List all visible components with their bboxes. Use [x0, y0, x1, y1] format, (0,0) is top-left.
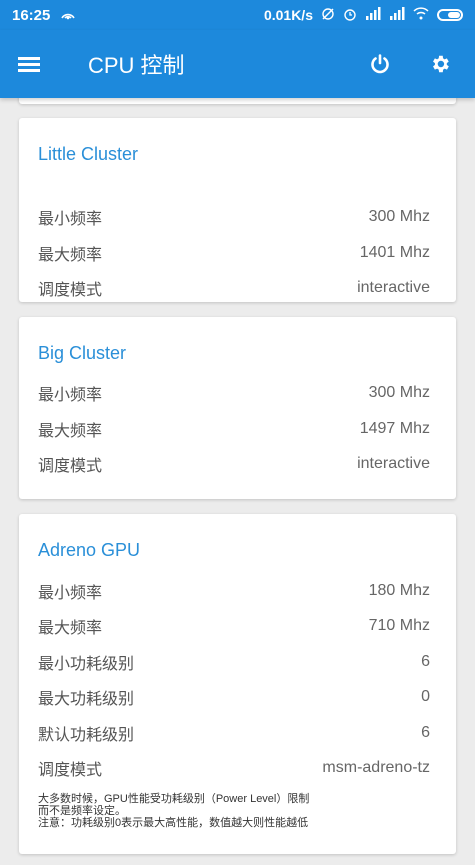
alarm-icon	[343, 7, 357, 24]
row-label: 最小功耗级别	[38, 656, 135, 673]
row-label: 最大频率	[38, 247, 103, 264]
gpu-title: Adreno GPU	[38, 540, 141, 560]
row-value: 300 Mhz	[368, 384, 430, 401]
big-min-freq-row[interactable]: 最小频率 300 Mhz	[38, 381, 430, 405]
gpu-max-freq-row[interactable]: 最大频率 710 Mhz	[38, 614, 430, 638]
little-max-freq-row[interactable]: 最大频率 1401 Mhz	[38, 241, 430, 265]
row-value: 6	[421, 653, 430, 670]
little-min-freq-row[interactable]: 最小频率 300 Mhz	[38, 205, 430, 229]
row-value: interactive	[357, 279, 430, 296]
gpu-card: Adreno GPU 最小频率 180 Mhz 最大频率 710 Mhz 最小功…	[19, 514, 456, 854]
big-governor-row[interactable]: 调度模式 interactive	[38, 452, 430, 476]
row-value: interactive	[357, 455, 430, 472]
row-value: msm-adreno-tz	[322, 759, 430, 776]
row-label: 调度模式	[38, 282, 103, 299]
row-label: 最小频率	[38, 585, 103, 602]
settings-button[interactable]	[423, 47, 457, 81]
note-line: 注意：功耗级别0表示最大高性能，数值越大则性能越低	[38, 817, 309, 829]
little-governor-row[interactable]: 调度模式 interactive	[38, 276, 430, 300]
row-label: 调度模式	[38, 762, 103, 779]
app-title: CPU 控制	[88, 53, 185, 78]
battery-icon	[437, 9, 463, 21]
note-line: 大多数时候，GPU性能受功耗级别（Power Level）限制	[38, 793, 310, 805]
row-label: 最大频率	[38, 423, 103, 440]
row-value: 180 Mhz	[368, 582, 430, 599]
signal-1-icon	[365, 7, 381, 23]
gpu-governor-row[interactable]: 调度模式 msm-adreno-tz	[38, 756, 430, 780]
app-bar: CPU 控制	[0, 30, 475, 98]
row-label: 最大功耗级别	[38, 691, 135, 708]
row-value: 6	[421, 724, 430, 741]
note-line: 而不是频率设定。	[38, 805, 126, 817]
row-value: 300 Mhz	[368, 208, 430, 225]
big-cluster-title: Big Cluster	[38, 343, 127, 363]
row-value: 1401 Mhz	[359, 244, 430, 261]
power-button[interactable]	[363, 47, 397, 81]
no-signal-icon	[321, 7, 335, 24]
gear-icon	[433, 55, 449, 73]
previous-card	[19, 98, 456, 104]
content-scroll[interactable]: Little Cluster 最小频率 300 Mhz 最大频率 1401 Mh…	[0, 98, 475, 865]
row-value: 1497 Mhz	[359, 420, 430, 437]
little-cluster-title: Little Cluster	[38, 144, 139, 164]
status-bar: 16:25 0.01K/s	[0, 0, 475, 30]
power-icon	[371, 54, 389, 74]
row-label: 最小频率	[38, 387, 103, 404]
net-speed: 0.01K/s	[263, 7, 313, 23]
little-cluster-card: Little Cluster 最小频率 300 Mhz 最大频率 1401 Mh…	[19, 118, 456, 302]
status-time: 16:25	[12, 6, 51, 24]
menu-icon[interactable]	[18, 55, 40, 73]
hotspot-icon	[60, 8, 76, 23]
row-value: 0	[421, 688, 430, 705]
row-label: 调度模式	[38, 458, 103, 475]
row-label: 最小频率	[38, 211, 103, 228]
gpu-min-freq-row[interactable]: 最小频率 180 Mhz	[38, 579, 430, 603]
gpu-note: 大多数时候，GPU性能受功耗级别（Power Level）限制 而不是频率设定。…	[38, 793, 436, 829]
row-label: 默认功耗级别	[38, 727, 135, 744]
big-cluster-card: Big Cluster 最小频率 300 Mhz 最大频率 1497 Mhz 调…	[19, 317, 456, 499]
signal-2-icon	[389, 7, 405, 23]
row-label: 最大频率	[38, 620, 103, 637]
wifi-icon	[413, 7, 429, 23]
row-value: 710 Mhz	[368, 617, 430, 634]
big-max-freq-row[interactable]: 最大频率 1497 Mhz	[38, 417, 430, 441]
gpu-default-power-level-row[interactable]: 默认功耗级别 6	[38, 721, 430, 745]
gpu-min-power-level-row[interactable]: 最小功耗级别 6	[38, 650, 430, 674]
gpu-max-power-level-row[interactable]: 最大功耗级别 0	[38, 685, 430, 709]
